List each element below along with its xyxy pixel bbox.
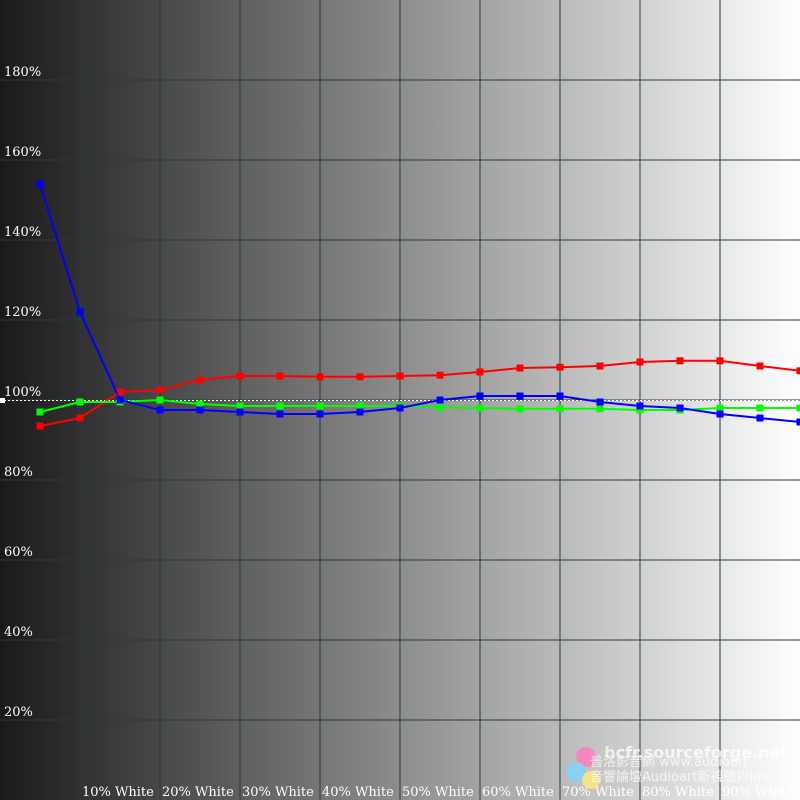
data-point <box>756 404 764 412</box>
data-point <box>156 386 164 394</box>
data-point <box>36 408 44 416</box>
watermark-line2: 普洛影音網 www.audioart <box>590 754 748 770</box>
data-point <box>396 372 404 380</box>
data-point <box>556 405 564 413</box>
x-tick-label: 90% White <box>722 785 794 800</box>
x-tick-label: 30% White <box>242 785 314 800</box>
data-point <box>356 402 364 410</box>
data-point <box>476 404 484 412</box>
y-tick-label: 60% <box>4 545 33 560</box>
data-point <box>716 404 724 412</box>
data-point <box>236 408 244 416</box>
y-tick-label: 100% <box>4 385 41 400</box>
y-tick-label: 20% <box>4 705 33 720</box>
data-point <box>236 372 244 380</box>
data-point <box>756 414 764 422</box>
data-point <box>236 402 244 410</box>
data-point <box>596 398 604 406</box>
x-tick-label: 20% White <box>162 785 234 800</box>
data-point <box>76 398 84 406</box>
data-point <box>276 402 284 410</box>
x-axis-tick-labels: 10% White 20% White 30% White 40% White 50% … <box>82 785 794 800</box>
data-point <box>436 403 444 411</box>
data-point <box>76 414 84 422</box>
x-tick-label: 60% White <box>482 785 554 800</box>
data-point <box>476 368 484 376</box>
data-point <box>596 362 604 370</box>
data-point <box>356 408 364 416</box>
calibration-chart: 20% 40% 60% 80% 100% 120% 140% 160% 180% 10% Whi… <box>0 0 800 800</box>
data-point <box>516 405 524 413</box>
data-point <box>436 371 444 379</box>
data-point <box>196 376 204 384</box>
data-point <box>796 404 800 412</box>
data-point <box>156 406 164 414</box>
y-tick-label: 160% <box>4 145 41 160</box>
data-point <box>276 410 284 418</box>
data-point <box>196 400 204 408</box>
data-point <box>36 422 44 430</box>
data-point <box>116 396 124 404</box>
data-point <box>396 404 404 412</box>
y-tick-label: 120% <box>4 305 41 320</box>
y-tick-label: 40% <box>4 625 33 640</box>
data-point <box>716 410 724 418</box>
data-point <box>476 392 484 400</box>
data-point <box>596 405 604 413</box>
data-point <box>316 410 324 418</box>
data-point <box>716 357 724 365</box>
x-tick-label: 70% White <box>562 785 634 800</box>
data-point <box>76 308 84 316</box>
data-point <box>796 367 800 375</box>
data-point <box>516 364 524 372</box>
y-tick-label: 180% <box>4 65 41 80</box>
data-point <box>196 406 204 414</box>
data-point <box>676 404 684 412</box>
y-tick-label: 140% <box>4 225 41 240</box>
data-point <box>756 362 764 370</box>
data-point <box>556 392 564 400</box>
data-point <box>676 357 684 365</box>
data-point <box>436 396 444 404</box>
watermark-line3: 音響論壇Audioart新視聽Prime <box>590 769 774 785</box>
data-point <box>796 418 800 426</box>
data-point <box>156 396 164 404</box>
data-point <box>36 180 44 188</box>
data-point <box>356 373 364 381</box>
data-point <box>316 402 324 410</box>
data-point <box>316 373 324 381</box>
x-tick-label: 80% White <box>642 785 714 800</box>
data-point <box>636 402 644 410</box>
data-point <box>516 392 524 400</box>
x-tick-label: 50% White <box>402 785 474 800</box>
data-point <box>276 372 284 380</box>
data-point <box>556 363 564 371</box>
x-tick-label: 10% White <box>82 785 154 800</box>
y-tick-label: 80% <box>4 465 33 480</box>
x-tick-label: 40% White <box>322 785 394 800</box>
data-point <box>636 358 644 366</box>
